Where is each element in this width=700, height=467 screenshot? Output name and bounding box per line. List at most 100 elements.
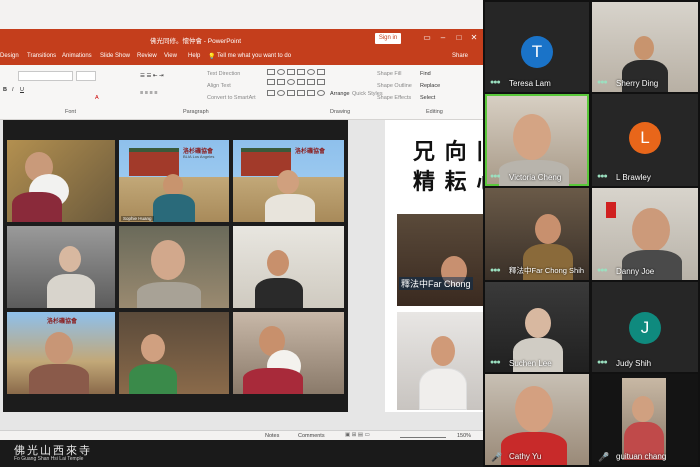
participant-tile[interactable]: 🎤 guituan chang [592,374,698,465]
shapes-gallery[interactable] [267,69,325,99]
comments-button[interactable]: Comments [298,433,325,439]
minimize-icon[interactable]: – [437,32,449,44]
slide-sign-subtext: BLIA Los Angeles [183,154,215,159]
font-color-icon[interactable]: A [95,95,99,101]
arrange-button[interactable]: Arrange [330,91,350,97]
font-name-box[interactable] [18,71,73,81]
participant-name: guituan chang [616,452,667,461]
select-button[interactable]: Select [420,95,435,101]
person-face [277,170,299,194]
person-face [151,240,185,280]
convert-smartart-button[interactable]: Convert to SmartArt [207,95,256,101]
align-icons[interactable]: ≡ ≡ ≡ ≡ [140,90,157,96]
tab-slide-show[interactable]: Slide Show [100,53,130,59]
slide-photo-tile [397,312,483,410]
participant-tile[interactable]: ●●● 釋法中Far Chong Shih [485,188,589,280]
ribbon-tabs: Design Transitions Animations Slide Show… [0,49,483,65]
more-options-icon[interactable]: ●●● [490,267,501,274]
shape-fill-button[interactable]: Shape Fill [377,71,401,77]
participant-name: Danny Joe [616,267,655,276]
slide-sign-text: 洛杉磯協會 [295,149,326,155]
person-body [29,364,89,394]
participant-name: 釋法中Far Chong Shih [509,266,585,275]
powerpoint-window: 佛光同修。懷仲會 - PowerPoint Sign in ▭ – □ ✕ De… [0,0,483,440]
slide-photo-tile [119,312,229,394]
slide-tile-name: Sophie Huang [121,216,154,221]
participant-tile[interactable]: 🎤 Cathy Yu [485,374,589,465]
ribbon-display-icon[interactable]: ▭ [421,32,433,44]
shape-outline-button[interactable]: Shape Outline [377,83,412,89]
person-face [45,332,73,364]
ribbon: B I U A ☰ ☰ ⇤ ⇥ ≡ ≡ ≡ ≡ Text Direction A… [0,65,483,120]
view-buttons[interactable]: ▣ ⊞ ▤ ▭ [345,432,370,438]
person-face [513,114,551,160]
find-button[interactable]: Find [420,71,431,77]
participant-tile[interactable]: ●●● Danny Joe [592,188,698,280]
bold-icon[interactable]: B [3,87,7,93]
window-title: 佛光同修。懷仲會 - PowerPoint [150,38,242,45]
font-size-box[interactable] [76,71,96,81]
zoom-level[interactable]: 150% [457,433,471,439]
avatar: T [521,36,553,68]
slide-photo-tile [7,140,115,222]
participant-tile[interactable]: T ●●● Teresa Lam [485,2,589,92]
person-body [137,282,201,308]
participant-name: Sherry Ding [616,79,659,88]
tab-design[interactable]: Design [0,53,19,59]
shape-effects-button[interactable]: Shape Effects [377,95,411,101]
powerpoint-title-bar: 佛光同修。懷仲會 - PowerPoint Sign in ▭ – □ ✕ [0,29,483,49]
tab-view[interactable]: View [164,53,177,59]
tab-transitions[interactable]: Transitions [27,53,56,59]
participant-tile[interactable]: ●●● Sherry Ding [592,2,698,92]
participant-tile[interactable]: ●●● Suchen Lee [485,282,589,372]
avatar: L [629,122,661,154]
participant-tile[interactable]: J ●●● Judy Shih [592,282,698,372]
underline-icon[interactable]: U [20,87,24,93]
more-options-icon[interactable]: ●●● [490,173,501,180]
participant-name: Judy Shih [616,359,652,368]
slide-photo-tile: 洛杉磯協會 [233,140,344,222]
more-options-icon[interactable]: ●●● [597,359,608,366]
slide-side-name: 釋法中Far Chong [399,277,473,290]
bullets-icon[interactable]: ☰ ☰ ⇤ ⇥ [140,73,164,79]
calligraphy-line-1: 兄 向 旧 [413,139,483,165]
close-icon[interactable]: ✕ [468,32,480,44]
tab-review[interactable]: Review [137,53,157,59]
person-body [129,364,177,394]
more-options-icon[interactable]: ●●● [490,359,501,366]
replace-button[interactable]: Replace [420,83,440,89]
zoom-slider[interactable] [400,437,446,438]
muted-mic-icon: 🎤 [598,452,610,462]
slide-photo-tile [233,312,344,394]
person-face [141,334,165,362]
share-button[interactable]: Share [452,53,468,59]
italic-icon[interactable]: I [12,87,14,93]
slide-photo-tile [7,226,115,308]
sign-in-button[interactable]: Sign in [375,33,401,44]
group-label-font: Font [65,109,77,115]
tell-me-search[interactable]: Tell me what you want to do [217,53,291,59]
more-options-icon[interactable]: ●●● [597,267,608,274]
more-options-icon[interactable]: ●●● [597,79,608,86]
participant-tile-active-speaker[interactable]: ●●● Victoria Cheng [485,94,589,186]
person-face [163,174,183,196]
screen: 佛光同修。懷仲會 - PowerPoint Sign in ▭ – □ ✕ De… [0,0,700,467]
person-body [12,192,62,222]
person-face [267,250,289,276]
video-feed [622,378,666,460]
group-label-paragraph: Paragraph [183,109,209,115]
tab-animations[interactable]: Animations [62,53,92,59]
notes-button[interactable]: Notes [265,433,279,439]
maximize-icon[interactable]: □ [453,32,465,44]
tab-help[interactable]: Help [188,53,200,59]
more-options-icon[interactable]: ●●● [597,173,608,180]
slide-photo-tile: 洛杉磯協會 BLIA Los Angeles Sophie Huang [119,140,229,222]
more-options-icon[interactable]: ●●● [490,79,501,86]
person-body [153,194,195,222]
text-direction-button[interactable]: Text Direction [207,71,240,77]
calligraphy-line-2: 精 耘 心 [413,169,483,195]
align-text-button[interactable]: Align Text [207,83,231,89]
lightbulb-icon: 💡 [208,54,216,60]
temple-gate [129,148,179,176]
participant-tile[interactable]: L ●●● L Brawley [592,94,698,186]
